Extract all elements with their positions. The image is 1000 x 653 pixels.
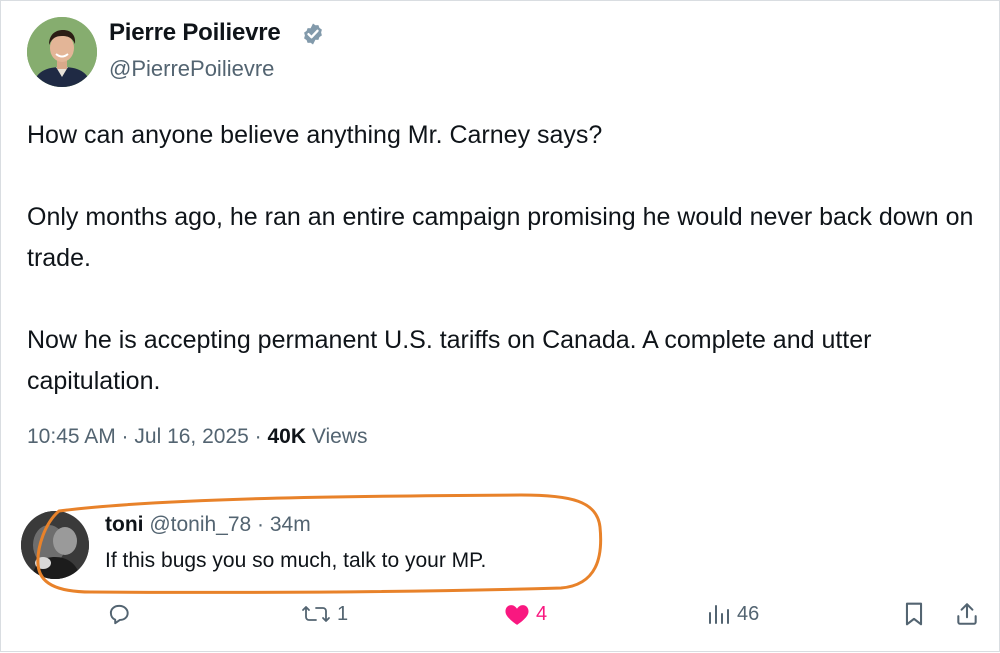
reply-avatar-image [21, 511, 89, 579]
like-button[interactable]: 4 [504, 598, 547, 630]
post-card: Pierre Poilievre @PierrePoilievre How ca… [0, 0, 1000, 652]
reply-icon [109, 604, 129, 625]
author-name[interactable]: Pierre Poilievre [109, 19, 281, 47]
post-timestamp[interactable]: 10:45 AM · Jul 16, 2025 · [27, 425, 267, 448]
share-icon [957, 603, 977, 625]
reply-views-count: 46 [737, 602, 760, 625]
share-button[interactable] [954, 598, 980, 630]
author-handle[interactable]: @PierrePoilievre [109, 56, 274, 82]
like-count: 4 [536, 602, 548, 625]
bookmark-button[interactable] [903, 598, 925, 630]
reply-avatar[interactable] [21, 511, 89, 579]
reply-action-button[interactable] [106, 598, 132, 630]
retweet-count: 1 [337, 602, 349, 625]
views-count: 40K [267, 425, 307, 448]
post-text: How can anyone believe anything Mr. Carn… [27, 115, 987, 402]
reply-text: If this bugs you so much, talk to your M… [105, 549, 487, 572]
heart-filled-icon [505, 605, 529, 625]
post-paragraph: How can anyone believe anything Mr. Carn… [27, 121, 603, 149]
views-button[interactable]: 46 [707, 598, 759, 630]
post-paragraph: Now he is accepting permanent U.S. tarif… [27, 326, 872, 395]
bookmark-icon [905, 602, 923, 626]
author-avatar-image [27, 17, 97, 87]
post-paragraph: Only months ago, he ran an entire campai… [27, 203, 974, 272]
reply-author-name[interactable]: toni [105, 513, 143, 536]
analytics-icon [709, 605, 729, 624]
retweet-icon [302, 606, 330, 622]
retweet-button[interactable]: 1 [301, 598, 348, 630]
reply-meta[interactable]: @tonih_78 · 34m [143, 513, 310, 536]
author-avatar[interactable] [27, 17, 97, 87]
views-label: Views [306, 425, 368, 448]
reply-header: toni @tonih_78 · 34m [105, 513, 311, 537]
verified-badge-icon [304, 23, 322, 45]
post-meta: 10:45 AM · Jul 16, 2025 · 40K Views [27, 425, 368, 449]
